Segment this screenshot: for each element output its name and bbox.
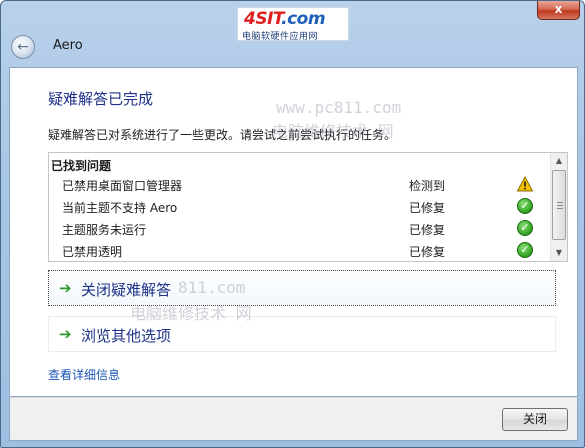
- close-button[interactable]: 关闭: [502, 408, 568, 431]
- check-icon: ✓: [517, 198, 533, 214]
- list-item: 已禁用透明 已修复 ✓: [49, 239, 549, 261]
- problem-status: 已修复: [409, 245, 446, 259]
- green-arrow-icon: ➔: [59, 279, 72, 297]
- problem-name: 已禁用桌面窗口管理器: [62, 179, 183, 193]
- scroll-up-icon[interactable]: ▲: [551, 153, 567, 169]
- content-panel: 疑难解答已完成 疑难解答已对系统进行了一些更改。请尝试之前尝试执行的任务。 已找…: [9, 67, 578, 397]
- green-arrow-icon: ➔: [59, 325, 72, 343]
- footer-bar: 关闭: [9, 397, 578, 441]
- warning-icon: [517, 176, 533, 192]
- check-icon: ✓: [517, 242, 533, 258]
- problem-name: 已禁用透明: [62, 245, 123, 259]
- page-description: 疑难解答已对系统进行了一些更改。请尝试之前尝试执行的任务。: [48, 128, 397, 142]
- browse-options-link[interactable]: ➔ 浏览其他选项: [48, 316, 556, 352]
- logo-brand-suffix: .com: [281, 9, 326, 29]
- window-frame: x 4SIT.com 电脑软硬件应用网 ← Aero 疑难解答已完成 疑难解答已…: [0, 0, 585, 448]
- close-troubleshooting-link[interactable]: ➔ 关闭疑难解答: [48, 270, 556, 306]
- back-button[interactable]: ←: [11, 35, 35, 59]
- window-title: Aero: [53, 38, 83, 53]
- problems-list[interactable]: 已找到问题 已禁用桌面窗口管理器 检测到 当前主题不支持 Aero 已修复 ✓ …: [48, 152, 568, 262]
- problem-status: 已修复: [409, 201, 446, 215]
- problems-list-header: 已找到问题: [51, 159, 112, 173]
- command-label: 浏览其他选项: [81, 327, 172, 345]
- logo-brand: 4SIT: [244, 9, 282, 29]
- problem-status: 已修复: [409, 223, 446, 237]
- scroll-down-icon[interactable]: ▼: [551, 245, 567, 261]
- site-logo: 4SIT.com 电脑软硬件应用网: [237, 7, 349, 42]
- vertical-scrollbar[interactable]: ▲ ▼: [550, 153, 567, 261]
- page-heading: 疑难解答已完成: [48, 90, 154, 108]
- logo-subtitle: 电脑软硬件应用网: [242, 32, 319, 42]
- problem-name: 当前主题不支持 Aero: [62, 201, 178, 215]
- list-item: 已禁用桌面窗口管理器 检测到: [49, 173, 549, 195]
- check-icon: ✓: [517, 220, 533, 236]
- command-label: 关闭疑难解答: [81, 281, 172, 299]
- view-details-link[interactable]: 查看详细信息: [48, 366, 120, 383]
- watermark-url: www.pc811.com: [276, 98, 402, 117]
- scroll-thumb[interactable]: [552, 170, 566, 240]
- problem-name: 主题服务未运行: [62, 223, 147, 237]
- problem-status: 检测到: [409, 179, 446, 193]
- list-item: 当前主题不支持 Aero 已修复 ✓: [49, 195, 549, 217]
- back-arrow-icon: ←: [17, 39, 29, 55]
- window-close-button[interactable]: x: [537, 1, 580, 20]
- list-item: 主题服务未运行 已修复 ✓: [49, 217, 549, 239]
